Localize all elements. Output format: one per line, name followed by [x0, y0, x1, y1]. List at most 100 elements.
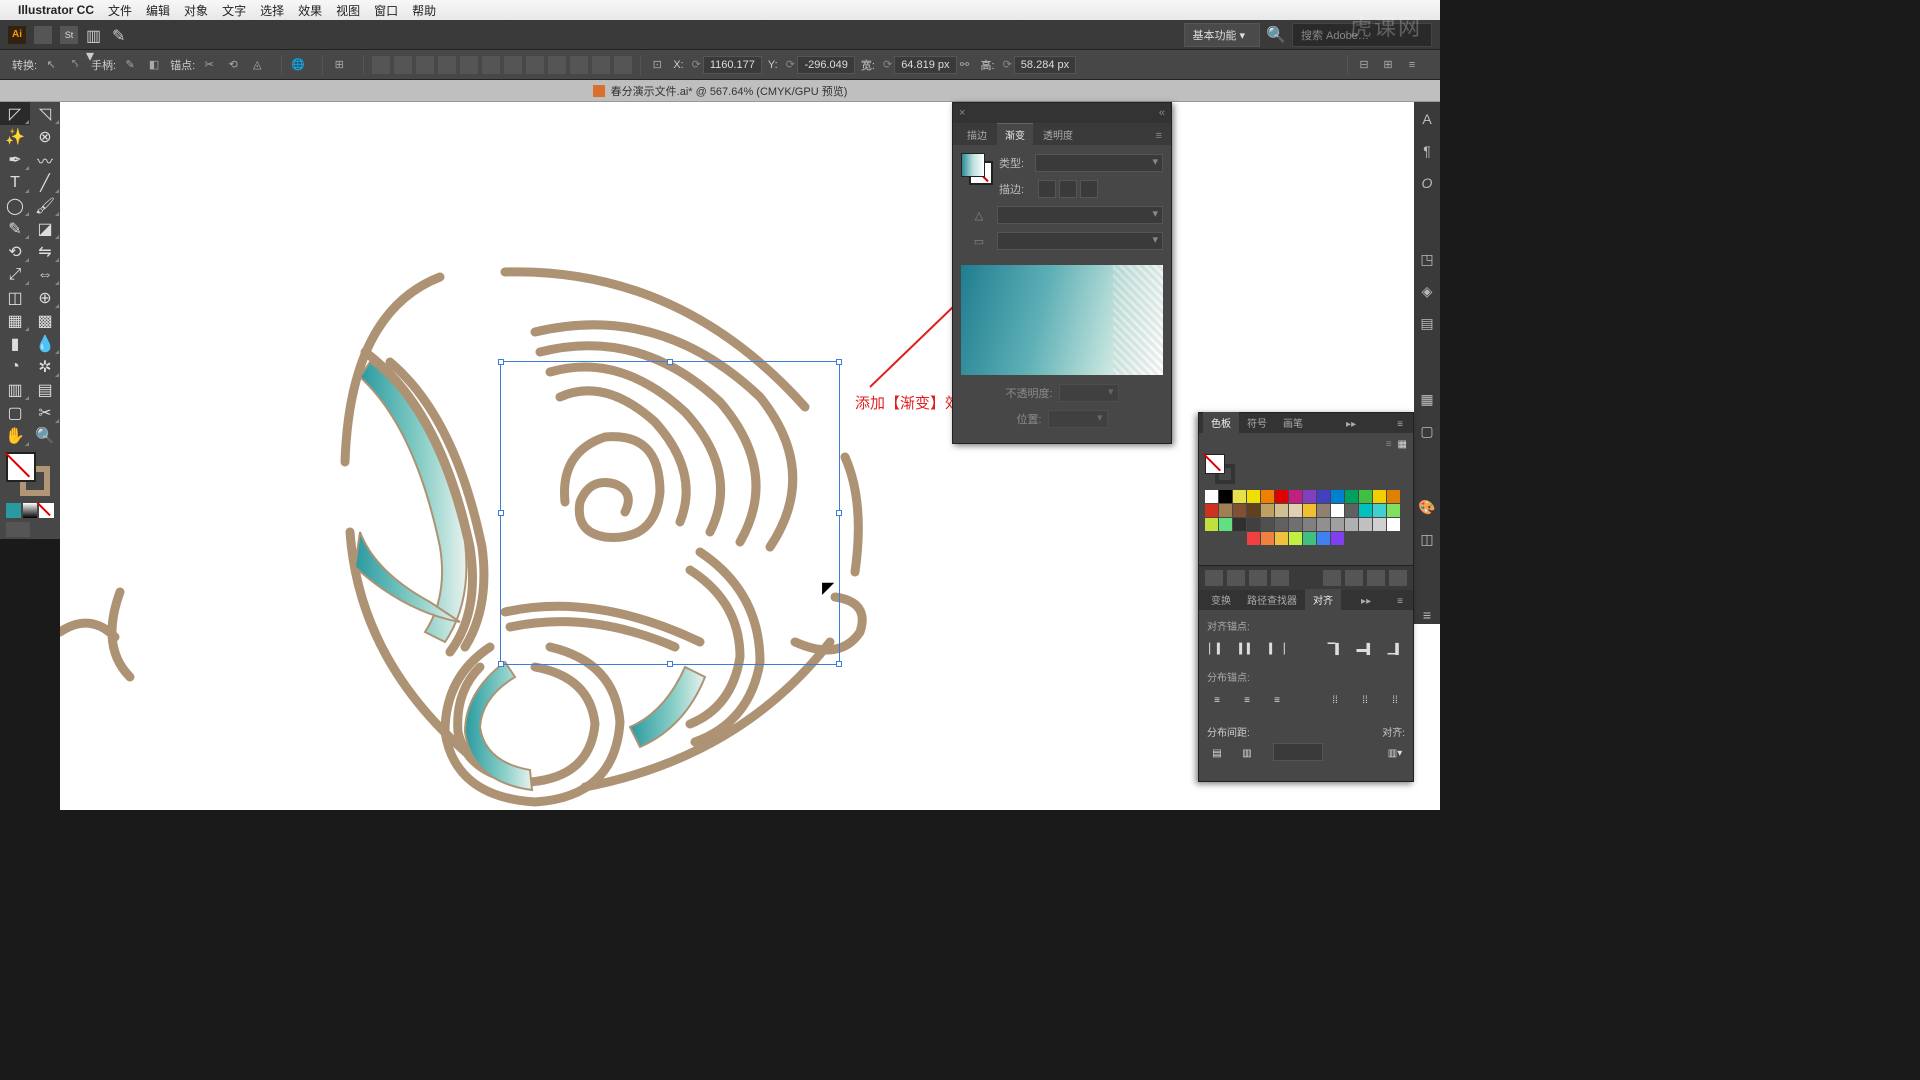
- swatch-grid[interactable]: [1205, 490, 1407, 559]
- swatch-cell[interactable]: [1289, 532, 1302, 545]
- swatch-cell[interactable]: [1205, 490, 1218, 503]
- align-left-icon[interactable]: ▏▍: [1207, 639, 1227, 659]
- swatch-cell[interactable]: [1373, 518, 1386, 531]
- cluster-collapse-icon[interactable]: ▸▸: [1340, 416, 1362, 433]
- width-tool-icon[interactable]: ⇔: [30, 263, 60, 286]
- swatch-cell[interactable]: [1219, 532, 1232, 545]
- artboards-panel-icon[interactable]: ▢: [1418, 422, 1436, 440]
- panel-close-icon[interactable]: ×: [959, 107, 965, 119]
- y-value[interactable]: -296.049: [797, 56, 855, 74]
- hand-tool-icon[interactable]: ✋: [0, 424, 30, 447]
- align-hcenter-icon[interactable]: [394, 56, 412, 74]
- type-tool-icon[interactable]: T: [0, 171, 30, 194]
- w-value[interactable]: 64.819 px: [894, 56, 956, 74]
- panel-collapse-icon[interactable]: «: [1159, 107, 1165, 119]
- magic-wand-tool-icon[interactable]: ✨: [0, 125, 30, 148]
- align-vcenter-icon[interactable]: [460, 56, 478, 74]
- swatch-cell[interactable]: [1247, 490, 1260, 503]
- eraser-tool-icon[interactable]: ◪: [30, 217, 60, 240]
- tab-brushes[interactable]: 画笔: [1275, 412, 1311, 433]
- menu-type[interactable]: 文字: [222, 2, 246, 19]
- ref-point-icon[interactable]: ⊡: [649, 57, 665, 73]
- handle-tr[interactable]: [836, 359, 842, 365]
- swatch-kind-icon[interactable]: [1227, 570, 1245, 586]
- blend-tool-icon[interactable]: ◔: [0, 355, 30, 378]
- curvature-tool-icon[interactable]: 〰: [30, 148, 60, 171]
- swatch-cell[interactable]: [1359, 518, 1372, 531]
- align-collapse-icon[interactable]: ▸▸: [1355, 593, 1377, 610]
- gradient-tool-icon[interactable]: ▮: [0, 332, 30, 355]
- swatch-cell[interactable]: [1219, 518, 1232, 531]
- convert-smooth-icon[interactable]: ⤣: [67, 57, 83, 73]
- edit-icon[interactable]: ⊞: [1380, 57, 1396, 73]
- menu-select[interactable]: 选择: [260, 2, 284, 19]
- swatch-cell[interactable]: [1303, 490, 1316, 503]
- layers-panel-icon[interactable]: ▦: [1418, 390, 1436, 408]
- swatch-cell[interactable]: [1275, 504, 1288, 517]
- swatch-options-icon[interactable]: [1249, 570, 1267, 586]
- handle-tl[interactable]: [498, 359, 504, 365]
- arrange-icon[interactable]: ▥ ▾: [86, 26, 104, 44]
- panel-menu-icon[interactable]: ≡: [1404, 57, 1420, 73]
- swatch-cell[interactable]: [1359, 504, 1372, 517]
- swatch-cell[interactable]: [1373, 532, 1386, 545]
- anchor-icon2[interactable]: ⟲: [225, 57, 241, 73]
- link-wh-icon[interactable]: ⚯: [957, 57, 973, 73]
- align-bottom-icon[interactable]: ▁▌: [1385, 639, 1405, 659]
- dist-spacing-input[interactable]: [1273, 743, 1323, 761]
- menu-view[interactable]: 视图: [336, 2, 360, 19]
- handle-br[interactable]: [836, 661, 842, 667]
- selection-tool-icon[interactable]: ◸: [0, 102, 30, 125]
- scale-tool-icon[interactable]: ⤢: [0, 263, 30, 286]
- dist-spacing-h-icon[interactable]: ▥: [1237, 743, 1257, 763]
- tab-transform[interactable]: 变换: [1203, 589, 1239, 610]
- slice-tool-icon[interactable]: ✂: [30, 401, 60, 424]
- fill-swatch[interactable]: [6, 452, 36, 482]
- swatch-cell[interactable]: [1387, 532, 1400, 545]
- swatch-cell[interactable]: [1289, 518, 1302, 531]
- swatch-cell[interactable]: [1387, 490, 1400, 503]
- gradient-aspect-input[interactable]: [997, 232, 1163, 250]
- anchor-icon1[interactable]: ✂: [201, 57, 217, 73]
- swatch-cell[interactable]: [1247, 504, 1260, 517]
- swatch-cell[interactable]: [1345, 504, 1358, 517]
- swatch-delete-icon[interactable]: [1389, 570, 1407, 586]
- swatch-cell[interactable]: [1331, 490, 1344, 503]
- bar-graph-tool-icon[interactable]: ▤: [30, 378, 60, 401]
- stroke-type-2-icon[interactable]: [1059, 180, 1077, 198]
- reflect-tool-icon[interactable]: ⇋: [30, 240, 60, 263]
- column-graph-tool-icon[interactable]: ▥: [0, 378, 30, 401]
- swatch-cell[interactable]: [1317, 504, 1330, 517]
- stop-opacity-input[interactable]: [1059, 384, 1119, 402]
- stroke-panel-icon[interactable]: ≡: [1418, 606, 1436, 624]
- swatch-cell[interactable]: [1303, 504, 1316, 517]
- swatch-cell[interactable]: [1233, 518, 1246, 531]
- color-panel-icon[interactable]: 🎨: [1418, 498, 1436, 516]
- globe-icon[interactable]: 🌐: [290, 57, 306, 73]
- free-transform-tool-icon[interactable]: ◫: [0, 286, 30, 309]
- swatch-cell[interactable]: [1205, 532, 1218, 545]
- screen-mode-icon[interactable]: [6, 522, 30, 537]
- dist-top-icon[interactable]: ≡: [1207, 690, 1227, 710]
- swatch-cell[interactable]: [1331, 532, 1344, 545]
- dist-top-icon[interactable]: [570, 56, 588, 74]
- swatch-list-view-icon[interactable]: ≡: [1386, 439, 1392, 450]
- swatch-cell[interactable]: [1331, 518, 1344, 531]
- swatch-cell[interactable]: [1345, 518, 1358, 531]
- tab-gradient[interactable]: 渐变: [997, 123, 1033, 145]
- swatch-cell[interactable]: [1289, 504, 1302, 517]
- swatch-cell[interactable]: [1331, 504, 1344, 517]
- document-title[interactable]: 春分演示文件.ai* @ 567.64% (CMYK/GPU 预览): [611, 83, 848, 99]
- swatch-cell[interactable]: [1261, 490, 1274, 503]
- swatch-cell[interactable]: [1289, 490, 1302, 503]
- line-tool-icon[interactable]: ╱: [30, 171, 60, 194]
- swatch-cell[interactable]: [1247, 546, 1260, 559]
- swatch-cell[interactable]: [1345, 532, 1358, 545]
- shaper-tool-icon[interactable]: ✎: [0, 217, 30, 240]
- x-value[interactable]: 1160.177: [703, 56, 762, 74]
- selection-bounding-box[interactable]: [500, 361, 840, 665]
- handle-mr[interactable]: [836, 510, 842, 516]
- assets-panel-icon[interactable]: ◈: [1418, 282, 1436, 300]
- swatch-cell[interactable]: [1303, 532, 1316, 545]
- swatch-cell[interactable]: [1261, 518, 1274, 531]
